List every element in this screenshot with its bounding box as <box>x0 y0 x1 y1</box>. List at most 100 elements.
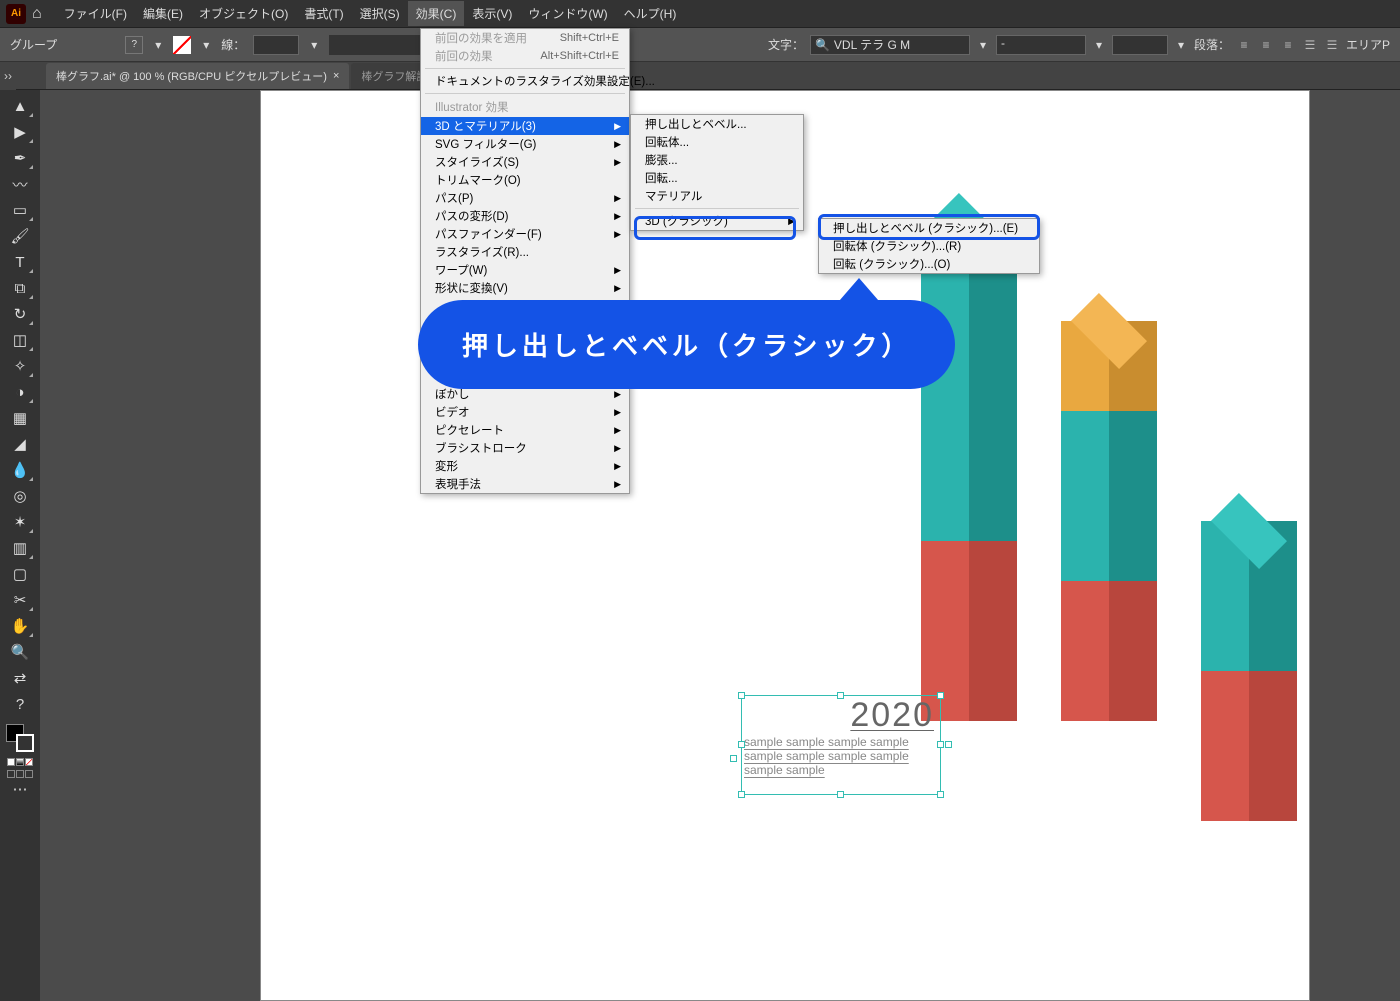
sub-revolve[interactable]: 回転体... <box>631 133 803 151</box>
pen-tool[interactable]: ✒ <box>6 146 34 170</box>
menu-edit[interactable]: 編集(E) <box>135 1 191 26</box>
fill-dropdown[interactable]: ▾ <box>151 36 165 54</box>
selection-tool[interactable]: ▲ <box>6 94 34 118</box>
sub-extrude[interactable]: 押し出しとベベル... <box>631 115 803 133</box>
sub-rotate[interactable]: 回転... <box>631 169 803 187</box>
menu-pathfinder[interactable]: パスファインダー(F)▶ <box>421 225 629 243</box>
font-family-field[interactable]: 🔍 VDL テラ G M <box>810 35 970 55</box>
default-fill-stroke[interactable]: ? <box>6 692 34 716</box>
menu-path[interactable]: パス(P)▶ <box>421 189 629 207</box>
menu-convert-shape[interactable]: 形状に変換(V)▶ <box>421 279 629 297</box>
list-icon[interactable]: ☰ <box>1302 37 1318 53</box>
panel-toggle-icon[interactable]: ›› <box>0 62 16 90</box>
menu-trim-marks[interactable]: トリムマーク(O) <box>421 171 629 189</box>
graph-tool[interactable]: ▥ <box>6 536 34 560</box>
selected-text-group[interactable]: 2020 sample sample sample sample sample … <box>741 695 941 795</box>
menu-artistic[interactable]: 表現手法▶ <box>421 475 629 493</box>
home-icon[interactable]: ⌂ <box>32 5 42 23</box>
color-mode-swatches[interactable] <box>4 758 36 766</box>
menu-pixelate[interactable]: ピクセレート▶ <box>421 421 629 439</box>
menu-window[interactable]: ウィンドウ(W) <box>520 1 615 26</box>
menu-rasterize[interactable]: ラスタライズ(R)... <box>421 243 629 261</box>
para-label: 段落： <box>1194 36 1230 53</box>
menu-type[interactable]: 書式(T) <box>296 1 351 26</box>
search-icon: 🔍 <box>815 38 830 52</box>
chart-bar-1 <box>921 221 1017 721</box>
bubble-text: 押し出しとベベル（クラシック） <box>462 331 911 361</box>
gradient-tool[interactable]: ◢ <box>6 432 34 456</box>
submenu-3d: 押し出しとベベル... 回転体... 膨張... 回転... マテリアル 3D … <box>630 114 804 231</box>
menu-svg-filter[interactable]: SVG フィルター(G)▶ <box>421 135 629 153</box>
artboard-tool[interactable]: ▢ <box>6 562 34 586</box>
rectangle-tool[interactable]: ▭ <box>6 198 34 222</box>
list2-icon[interactable]: ☰ <box>1324 37 1340 53</box>
stroke-label: 線： <box>221 36 245 53</box>
stroke-weight[interactable]: ​ <box>253 35 299 55</box>
rotate-tool[interactable]: ↻ <box>6 302 34 326</box>
menu-3d-materials[interactable]: 3D とマテリアル(3)▶ <box>421 117 629 135</box>
line-tool[interactable]: ⧉ <box>6 276 34 300</box>
classic-rotate[interactable]: 回転 (クラシック)...(O) <box>819 255 1039 273</box>
font-size-field[interactable] <box>1112 35 1168 55</box>
font-family-dropdown[interactable]: ▾ <box>976 36 990 54</box>
close-icon[interactable]: × <box>333 70 339 82</box>
menu-view[interactable]: 表示(V) <box>464 1 520 26</box>
stroke-swatch[interactable] <box>173 36 191 54</box>
font-style-field[interactable]: - <box>996 35 1086 55</box>
type-tool[interactable]: T <box>6 250 34 274</box>
fill-stroke-indicator[interactable] <box>4 722 36 754</box>
free-transform-tool[interactable]: ▦ <box>6 406 34 430</box>
menu-brushstroke[interactable]: ブラシストローク▶ <box>421 439 629 457</box>
font-size-dropdown[interactable]: ▾ <box>1174 36 1188 54</box>
menu-object[interactable]: オブジェクト(O) <box>191 1 296 26</box>
eyedropper-tool[interactable]: 💧 <box>6 458 34 482</box>
toggle-fill-stroke[interactable]: ⇄ <box>6 666 34 690</box>
menu-help[interactable]: ヘルプ(H) <box>616 1 685 26</box>
document-tabs: 棒グラフ.ai* @ 100 % (RGB/CPU ピクセルプレビュー) × 棒… <box>0 62 1400 90</box>
font-style-dropdown[interactable]: ▾ <box>1092 36 1106 54</box>
blend-tool[interactable]: ◎ <box>6 484 34 508</box>
curvature-tool[interactable]: 〰 <box>6 172 34 196</box>
direct-selection-tool[interactable]: ▶ <box>6 120 34 144</box>
shape-builder-tool[interactable]: ◑ <box>6 380 34 404</box>
tab-active-title: 棒グラフ.ai* @ 100 % (RGB/CPU ピクセルプレビュー) <box>56 68 327 84</box>
stroke-weight-dropdown[interactable]: ▾ <box>307 36 321 54</box>
sub-inflate[interactable]: 膨張... <box>631 151 803 169</box>
menu-transform[interactable]: 変形▶ <box>421 457 629 475</box>
screen-mode-swatches[interactable] <box>4 770 36 778</box>
menu-apply-last[interactable]: 前回の効果を適用Shift+Ctrl+E <box>421 29 629 47</box>
align-center-icon[interactable]: ≡ <box>1258 37 1274 53</box>
menu-last-effect[interactable]: 前回の効果Alt+Shift+Ctrl+E <box>421 47 629 65</box>
menubar: Ai ⌂ ファイル(F) 編集(E) オブジェクト(O) 書式(T) 選択(S)… <box>0 0 1400 28</box>
menu-video[interactable]: ビデオ▶ <box>421 403 629 421</box>
paintbrush-tool[interactable]: 🖌 <box>6 224 34 248</box>
symbol-sprayer-tool[interactable]: ✶ <box>6 510 34 534</box>
submenu-classic: 押し出しとベベル (クラシック)...(E) 回転体 (クラシック)...(R)… <box>818 218 1040 274</box>
menu-warp[interactable]: ワープ(W)▶ <box>421 261 629 279</box>
menu-file[interactable]: ファイル(F) <box>56 1 135 26</box>
stroke-dropdown[interactable]: ▾ <box>199 36 213 54</box>
scale-tool[interactable]: ◫ <box>6 328 34 352</box>
sample-line-3: sample sample <box>742 763 940 777</box>
area-label: エリアP <box>1346 36 1390 53</box>
zoom-tool[interactable]: 🔍 <box>6 640 34 664</box>
font-family-value: VDL テラ G M <box>834 36 910 53</box>
edit-toolbar[interactable]: ⋯ <box>6 780 34 798</box>
year-text: 2020 <box>742 696 940 735</box>
sub-material[interactable]: マテリアル <box>631 187 803 205</box>
sub-classic[interactable]: 3D (クラシック)▶ <box>631 212 803 230</box>
align-right-icon[interactable]: ≡ <box>1280 37 1296 53</box>
classic-extrude[interactable]: 押し出しとベベル (クラシック)...(E) <box>819 219 1039 237</box>
menu-raster-settings[interactable]: ドキュメントのラスタライズ効果設定(E)... <box>421 72 629 90</box>
tab-active[interactable]: 棒グラフ.ai* @ 100 % (RGB/CPU ピクセルプレビュー) × <box>46 63 349 89</box>
classic-revolve[interactable]: 回転体 (クラシック)...(R) <box>819 237 1039 255</box>
menu-stylize[interactable]: スタイライズ(S)▶ <box>421 153 629 171</box>
hand-tool[interactable]: ✋ <box>6 614 34 638</box>
menu-effect[interactable]: 効果(C) <box>408 1 465 26</box>
width-tool[interactable]: ✧ <box>6 354 34 378</box>
fill-swatch[interactable]: ? <box>125 36 143 54</box>
slice-tool[interactable]: ✂ <box>6 588 34 612</box>
align-left-icon[interactable]: ≡ <box>1236 37 1252 53</box>
menu-select[interactable]: 選択(S) <box>352 1 408 26</box>
menu-distort[interactable]: パスの変形(D)▶ <box>421 207 629 225</box>
